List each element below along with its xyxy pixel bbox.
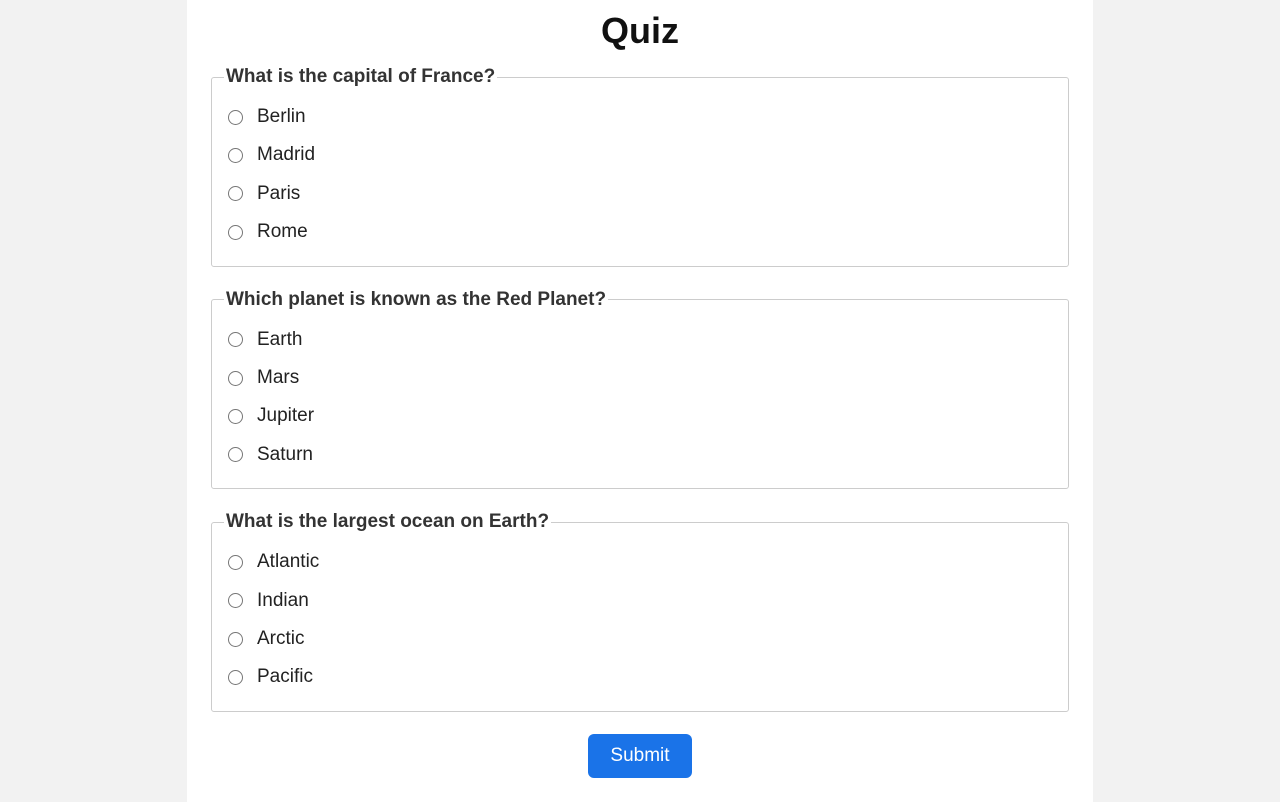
question-1-radio-0[interactable] xyxy=(228,110,243,125)
question-3-option-0-label: Atlantic xyxy=(257,547,319,577)
question-3-radio-3[interactable] xyxy=(228,670,243,685)
question-2-radio-0[interactable] xyxy=(228,332,243,347)
question-3-radio-2[interactable] xyxy=(228,632,243,647)
question-1-option-2[interactable]: Paris xyxy=(224,175,1056,213)
question-3-option-2[interactable]: Arctic xyxy=(224,620,1056,658)
question-1: What is the capital of France? Berlin Ma… xyxy=(211,66,1069,267)
question-1-option-2-label: Paris xyxy=(257,179,300,209)
question-1-radio-2[interactable] xyxy=(228,186,243,201)
question-2-radio-2[interactable] xyxy=(228,409,243,424)
submit-row: Submit xyxy=(211,734,1069,778)
question-3-option-0[interactable]: Atlantic xyxy=(224,543,1056,581)
question-2-option-3-label: Saturn xyxy=(257,440,313,470)
question-3-option-1[interactable]: Indian xyxy=(224,582,1056,620)
question-3-option-1-label: Indian xyxy=(257,586,309,616)
question-1-option-1[interactable]: Madrid xyxy=(224,136,1056,174)
question-2-option-3[interactable]: Saturn xyxy=(224,436,1056,474)
question-3-legend: What is the largest ocean on Earth? xyxy=(224,511,551,533)
question-1-option-3-label: Rome xyxy=(257,217,308,247)
question-3-option-3[interactable]: Pacific xyxy=(224,658,1056,696)
question-2-radio-3[interactable] xyxy=(228,447,243,462)
question-2-option-0-label: Earth xyxy=(257,325,302,355)
question-1-legend: What is the capital of France? xyxy=(224,66,497,88)
question-1-option-0[interactable]: Berlin xyxy=(224,98,1056,136)
question-1-radio-1[interactable] xyxy=(228,148,243,163)
question-2-radio-1[interactable] xyxy=(228,371,243,386)
question-1-option-0-label: Berlin xyxy=(257,102,306,132)
question-2-option-2[interactable]: Jupiter xyxy=(224,397,1056,435)
question-3: What is the largest ocean on Earth? Atla… xyxy=(211,511,1069,712)
question-2-option-2-label: Jupiter xyxy=(257,401,314,431)
question-2-legend: Which planet is known as the Red Planet? xyxy=(224,289,608,311)
question-2-option-1-label: Mars xyxy=(257,363,299,393)
question-2: Which planet is known as the Red Planet?… xyxy=(211,289,1069,490)
submit-button[interactable]: Submit xyxy=(588,734,691,778)
question-1-radio-3[interactable] xyxy=(228,225,243,240)
question-3-radio-1[interactable] xyxy=(228,593,243,608)
question-3-option-2-label: Arctic xyxy=(257,624,305,654)
question-3-radio-0[interactable] xyxy=(228,555,243,570)
page-title: Quiz xyxy=(211,0,1069,66)
quiz-container: Quiz What is the capital of France? Berl… xyxy=(187,0,1093,802)
question-2-option-1[interactable]: Mars xyxy=(224,359,1056,397)
question-1-option-1-label: Madrid xyxy=(257,140,315,170)
question-2-option-0[interactable]: Earth xyxy=(224,321,1056,359)
question-3-option-3-label: Pacific xyxy=(257,662,313,692)
question-1-option-3[interactable]: Rome xyxy=(224,213,1056,251)
